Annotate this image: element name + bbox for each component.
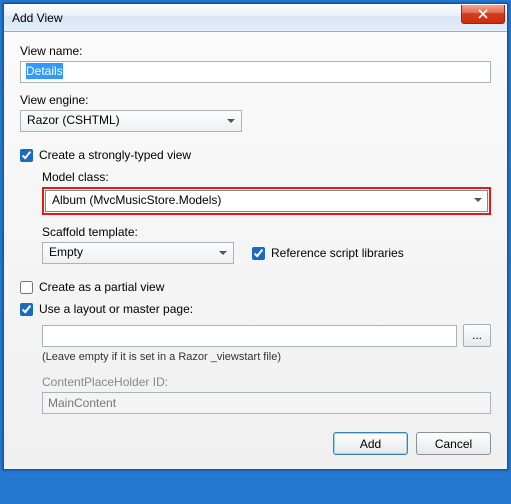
browse-button[interactable]: ... [463, 324, 491, 347]
view-engine-combo[interactable]: Razor (CSHTML) [20, 110, 242, 132]
reference-scripts-checkbox[interactable] [252, 247, 265, 260]
view-name-label: View name: [20, 44, 491, 58]
strongly-typed-label: Create a strongly-typed view [39, 148, 191, 162]
add-button[interactable]: Add [333, 432, 408, 455]
cph-input [42, 392, 491, 414]
close-button[interactable] [461, 5, 505, 24]
model-class-label: Model class: [42, 170, 491, 184]
view-name-input[interactable]: Details [20, 61, 491, 83]
layout-path-input[interactable] [42, 325, 457, 347]
scaffold-template-combo[interactable]: Empty [42, 242, 234, 264]
cph-label: ContentPlaceHolder ID: [42, 375, 491, 389]
partial-view-label: Create as a partial view [39, 280, 164, 294]
close-icon [478, 9, 488, 19]
use-layout-checkbox[interactable] [20, 303, 33, 316]
layout-hint: (Leave empty if it is set in a Razor _vi… [42, 351, 491, 363]
scaffold-template-label: Scaffold template: [42, 225, 491, 239]
add-view-dialog: Add View View name: Details View engine:… [3, 3, 508, 470]
titlebar[interactable]: Add View [4, 4, 507, 32]
use-layout-label: Use a layout or master page: [39, 302, 193, 316]
titlebar-title: Add View [12, 11, 461, 25]
reference-scripts-label: Reference script libraries [271, 246, 404, 260]
dialog-content: View name: Details View engine: Razor (C… [4, 32, 507, 469]
model-class-combo[interactable]: Album (MvcMusicStore.Models) [45, 190, 488, 212]
cancel-button[interactable]: Cancel [416, 432, 491, 455]
strongly-typed-checkbox[interactable] [20, 149, 33, 162]
partial-view-checkbox[interactable] [20, 281, 33, 294]
view-engine-label: View engine: [20, 93, 491, 107]
